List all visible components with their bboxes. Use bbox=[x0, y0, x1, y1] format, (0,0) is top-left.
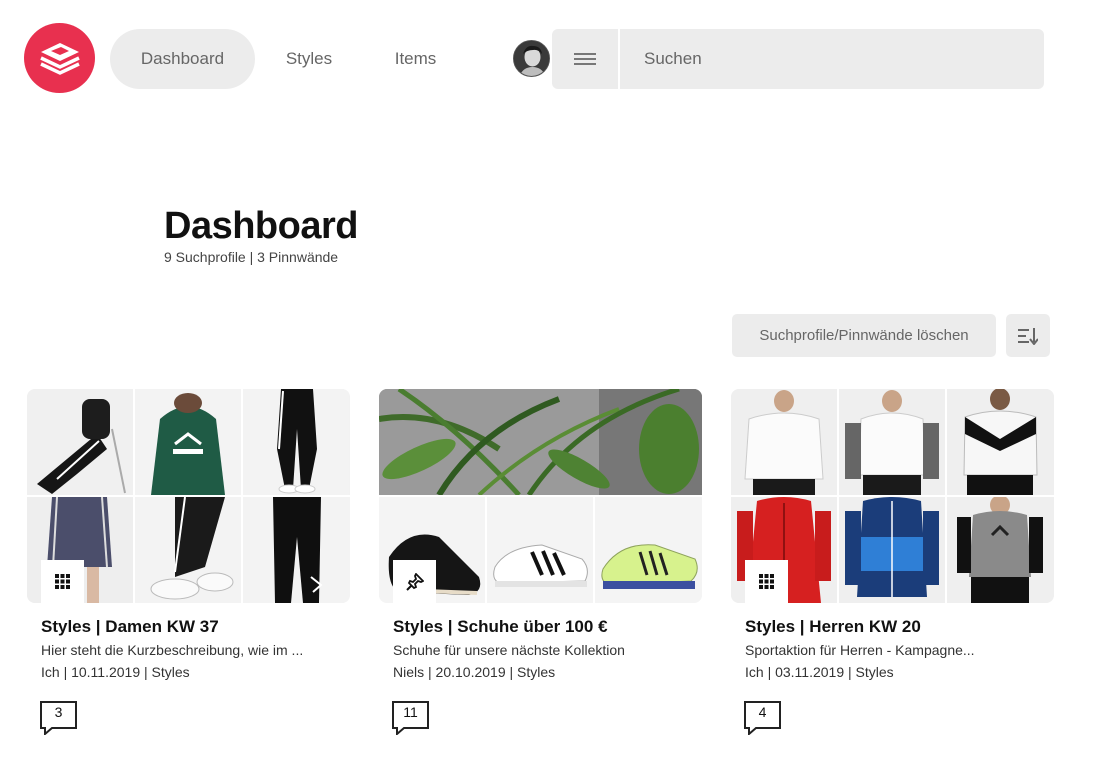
product-image bbox=[839, 497, 945, 603]
comment-count-button[interactable]: 3 bbox=[40, 701, 78, 735]
product-image bbox=[839, 389, 945, 495]
card-thumbnail bbox=[379, 389, 702, 603]
card-description: Schuhe für unsere nächste Kollektion bbox=[393, 642, 625, 658]
board-card[interactable]: Styles | Herren KW 20 Sportaktion für He… bbox=[731, 389, 1054, 735]
grid-icon bbox=[55, 574, 70, 589]
card-type-badge bbox=[393, 560, 436, 603]
nav-items[interactable]: Items bbox=[363, 29, 468, 89]
card-title: Styles | Schuhe über 100 € bbox=[393, 617, 608, 636]
card-meta: Ich | 03.11.2019 | Styles bbox=[745, 664, 894, 680]
product-image bbox=[379, 389, 702, 495]
board-card[interactable]: Styles | Damen KW 37 Hier steht die Kurz… bbox=[27, 389, 350, 735]
product-image bbox=[243, 389, 350, 495]
product-image bbox=[595, 497, 702, 603]
card-type-badge bbox=[745, 560, 788, 603]
hamburger-icon bbox=[574, 53, 596, 65]
card-description: Hier steht die Kurzbeschreibung, wie im … bbox=[41, 642, 304, 658]
card-description: Sportaktion für Herren - Kampagne... bbox=[745, 642, 975, 658]
search-input[interactable] bbox=[620, 29, 1044, 89]
app-logo[interactable] bbox=[24, 23, 95, 93]
search-bar bbox=[552, 29, 1044, 89]
card-thumbnail bbox=[27, 389, 350, 603]
delete-profiles-button[interactable]: Suchprofile/Pinnwände löschen bbox=[732, 314, 996, 357]
main-nav: Dashboard Styles Items bbox=[110, 29, 468, 89]
comment-count: 3 bbox=[54, 704, 63, 720]
product-image bbox=[947, 389, 1054, 495]
comment-count: 4 bbox=[758, 704, 767, 720]
card-type-badge bbox=[41, 560, 84, 603]
card-title: Styles | Damen KW 37 bbox=[41, 617, 219, 636]
card-thumbnail bbox=[731, 389, 1054, 603]
user-avatar[interactable] bbox=[513, 40, 550, 77]
product-image bbox=[487, 497, 593, 603]
product-image bbox=[27, 389, 133, 495]
card-title: Styles | Herren KW 20 bbox=[745, 617, 921, 636]
comment-count: 11 bbox=[403, 704, 418, 720]
nav-dashboard[interactable]: Dashboard bbox=[110, 29, 255, 89]
avatar-image bbox=[514, 41, 549, 76]
board-card[interactable]: Styles | Schuhe über 100 € Schuhe für un… bbox=[379, 389, 702, 735]
grid-icon bbox=[759, 574, 774, 589]
product-image bbox=[731, 389, 837, 495]
page-subtitle: 9 Suchprofile | 3 Pinnwände bbox=[164, 249, 339, 265]
sort-button[interactable] bbox=[1006, 314, 1050, 357]
card-meta: Ich | 10.11.2019 | Styles bbox=[41, 664, 190, 680]
sort-icon bbox=[1018, 327, 1038, 345]
stacked-cards-logo-icon bbox=[39, 43, 80, 75]
product-image bbox=[135, 497, 241, 603]
nav-styles[interactable]: Styles bbox=[255, 29, 363, 89]
product-image bbox=[243, 497, 350, 603]
page-title: Dashboard bbox=[164, 205, 358, 247]
card-meta: Niels | 20.10.2019 | Styles bbox=[393, 664, 556, 680]
pin-icon bbox=[405, 572, 424, 591]
product-image bbox=[135, 389, 241, 495]
product-image bbox=[947, 497, 1054, 603]
comment-count-button[interactable]: 11 bbox=[392, 701, 430, 735]
menu-button[interactable] bbox=[552, 29, 620, 89]
comment-count-button[interactable]: 4 bbox=[744, 701, 782, 735]
